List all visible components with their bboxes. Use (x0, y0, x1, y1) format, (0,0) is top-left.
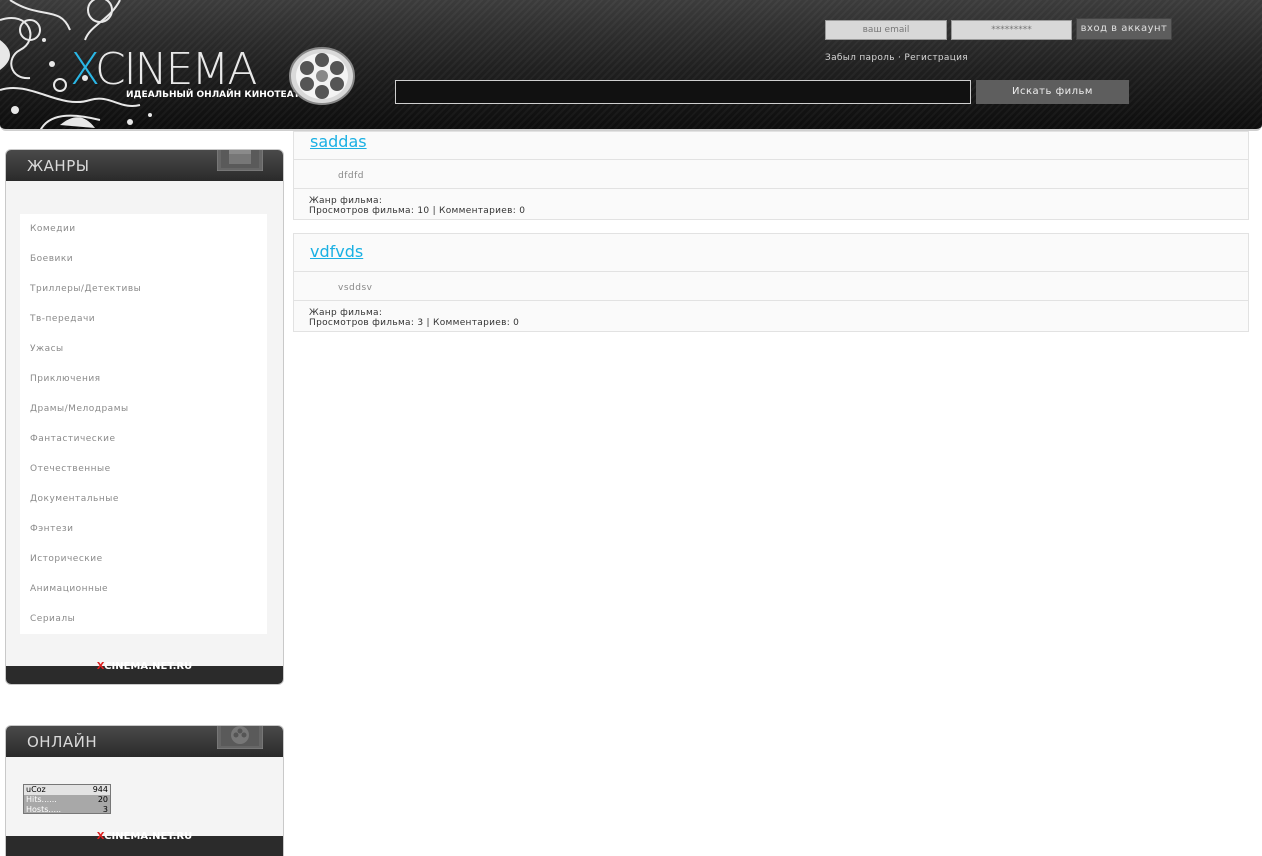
counter-hits-label: Hits...... (26, 795, 57, 804)
movie-entry: saddas dfdfd Жанр фильма: Просмотров фил… (293, 131, 1249, 220)
movie-title-link[interactable]: saddas (310, 132, 367, 151)
site-logo[interactable]: XCINEMA (70, 48, 257, 92)
genre-item[interactable]: Драмы/Мелодрамы (20, 394, 267, 424)
forgot-password-link[interactable]: Забыл пароль (825, 53, 895, 63)
genre-item[interactable]: Боевики (20, 244, 267, 274)
genre-list: Комедии Боевики Триллеры/Детективы Тв-пе… (20, 214, 267, 634)
counter-total-row: uCoz 944 (24, 785, 110, 795)
genre-item[interactable]: Фэнтези (20, 514, 267, 544)
movie-title-row: vdfvds (294, 234, 1248, 272)
online-title: ОНЛАЙН (27, 733, 98, 751)
footer-brand-text: CINEMA.NET.RU (104, 661, 193, 672)
movie-genre-line: Жанр фильма: (309, 308, 383, 318)
movie-meta: Жанр фильма: Просмотров фильма: 10 | Ком… (294, 189, 1248, 219)
genre-item[interactable]: Сериалы (20, 604, 267, 634)
genre-item[interactable]: Документальные (20, 484, 267, 514)
site-header: XCINEMA ИДЕАЛЬНЫЙ ОНЛАЙН КИНОТЕАТР ваш e… (0, 0, 1262, 131)
counter-hosts: 3 (102, 805, 108, 814)
counter-hits-row: Hits...... 20 (24, 795, 110, 805)
genres-box: ЖАНРЫ Комедии Боевики Триллеры/Детективы… (5, 149, 284, 685)
genre-item[interactable]: Ужасы (20, 334, 267, 364)
auth-links: Забыл пароль · Регистрация (825, 53, 968, 63)
movie-genre-line: Жанр фильма: (309, 196, 383, 206)
counter-hits: 20 (97, 795, 108, 804)
online-box: ОНЛАЙН uCoz 944 Hits...... 20 Hosts..... 3 … (5, 725, 284, 856)
register-link[interactable]: Регистрация (904, 53, 968, 63)
counter-hosts-label: Hosts..... (26, 805, 62, 814)
counter-hosts-row: Hosts..... 3 (24, 805, 110, 815)
search-button[interactable]: Искать фильм (976, 80, 1129, 104)
genre-item[interactable]: Тв-передачи (20, 304, 267, 334)
genre-item[interactable]: Анимационные (20, 574, 267, 604)
links-separator: · (898, 53, 902, 63)
movie-description: dfdfd (294, 160, 1248, 189)
movie-entry: vdfvds vsddsv Жанр фильма: Просмотров фи… (293, 233, 1249, 332)
genres-title: ЖАНРЫ (27, 157, 90, 175)
search-input[interactable] (395, 80, 971, 104)
genre-item[interactable]: Фантастические (20, 424, 267, 454)
movie-meta: Жанр фильма: Просмотров фильма: 3 | Комм… (294, 301, 1248, 331)
login-button[interactable]: вход в аккаунт (1076, 18, 1172, 40)
site-tagline: ИДЕАЛЬНЫЙ ОНЛАЙН КИНОТЕАТР (126, 90, 307, 100)
users-folder-icon (217, 726, 263, 749)
movie-description: vsddsv (294, 272, 1248, 301)
movie-stats-line: Просмотров фильма: 3 | Комментариев: 0 (309, 318, 520, 328)
movie-title-link[interactable]: vdfvds (310, 242, 363, 261)
movie-stats-line: Просмотров фильма: 10 | Комментариев: 0 (309, 206, 526, 216)
footer-brand: XCINEMA.NET.RU (6, 831, 283, 842)
counter-total: 944 (92, 785, 108, 794)
genre-item[interactable]: Исторические (20, 544, 267, 574)
ucoz-counter[interactable]: uCoz 944 Hits...... 20 Hosts..... 3 (23, 784, 111, 814)
clapperboard-folder-icon (217, 150, 263, 171)
film-reel-icon (289, 47, 355, 105)
genre-item[interactable]: Приключения (20, 364, 267, 394)
logo-text: CINEMA (94, 44, 257, 95)
movie-title-row: saddas (294, 132, 1248, 160)
genres-box-footer: XCINEMA.NET.RU (6, 661, 283, 684)
footer-brand: XCINEMA.NET.RU (6, 661, 283, 672)
online-box-footer: XCINEMA.NET.RU (6, 831, 283, 856)
genre-item[interactable]: Отечественные (20, 454, 267, 484)
genre-item[interactable]: Комедии (20, 214, 267, 244)
genre-item[interactable]: Триллеры/Детективы (20, 274, 267, 304)
logo-x: X (70, 44, 97, 95)
email-field[interactable]: ваш email (825, 20, 947, 40)
footer-brand-text: CINEMA.NET.RU (104, 831, 193, 842)
password-field[interactable]: ********* (951, 20, 1072, 40)
counter-brand: uCoz (26, 785, 46, 794)
